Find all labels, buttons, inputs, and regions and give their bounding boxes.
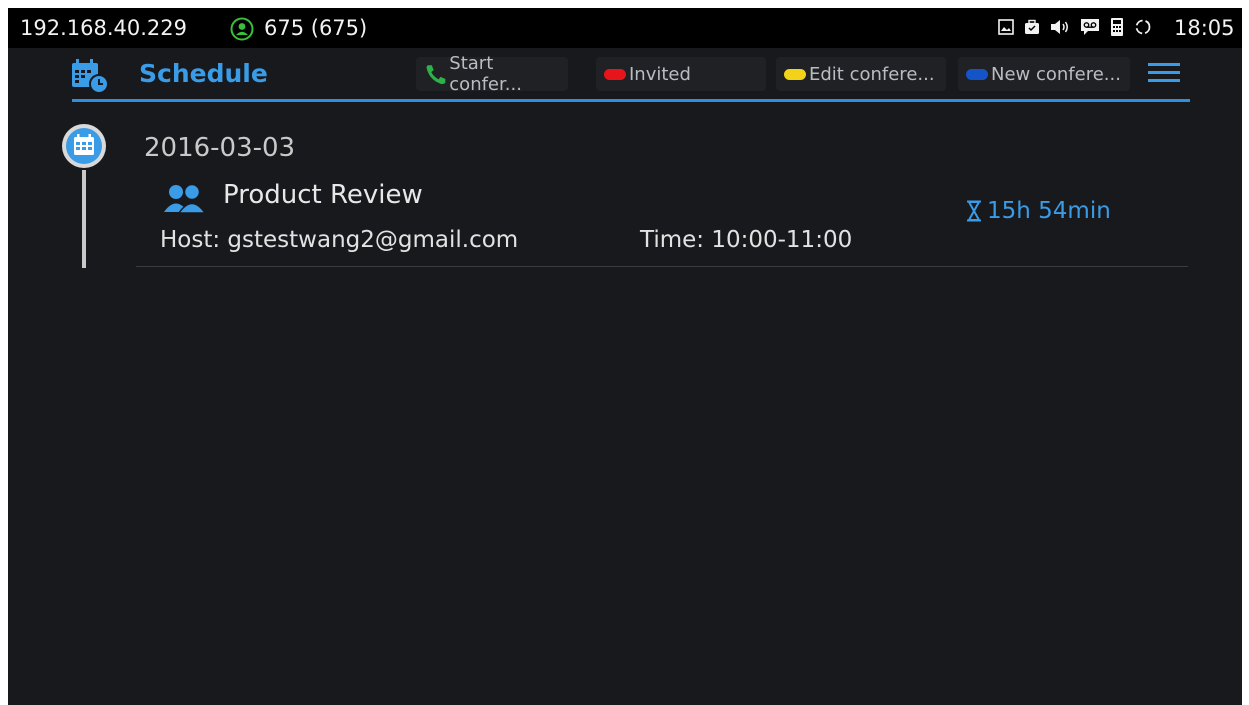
new-color-dot [966, 68, 988, 80]
entry-divider [136, 266, 1188, 267]
conference-host: Host: gstestwang2@gmail.com [160, 227, 519, 253]
conference-time: Time: 10:00-11:00 [640, 227, 853, 253]
invited-label: Invited [629, 63, 691, 85]
menu-icon[interactable] [1148, 63, 1180, 87]
start-conference-button[interactable]: Start confer... [416, 53, 568, 95]
hourglass-icon [967, 200, 981, 222]
new-conference-button[interactable]: New confere... [958, 57, 1130, 91]
account-number: 675 (675) [264, 16, 368, 40]
phone-screen: 192.168.40.229 675 (675) 18:05 Schedule … [8, 8, 1242, 705]
ip-address: 192.168.40.229 [20, 16, 187, 40]
time-remaining: 15h 54min [966, 198, 1111, 224]
gallery-icon [998, 19, 1014, 39]
new-conference-label: New confere... [991, 63, 1121, 85]
status-bar: 192.168.40.229 675 (675) 18:05 [8, 8, 1242, 48]
account-icon [230, 17, 254, 41]
volume-icon [1050, 19, 1070, 39]
conference-group-icon [164, 183, 207, 214]
phone-icon [426, 65, 446, 85]
start-conference-label: Start confer... [449, 53, 522, 95]
entry-date: 2016-03-03 [144, 133, 296, 163]
schedule-calendar-icon [72, 59, 109, 94]
edit-conference-button[interactable]: Edit confere... [776, 57, 946, 91]
timeline-line [82, 170, 86, 268]
edit-color-dot [784, 68, 806, 80]
page-title: Schedule [139, 59, 268, 88]
invited-button[interactable]: Invited [596, 57, 766, 91]
phone-lock-icon [1110, 17, 1124, 41]
briefcase-icon [1024, 19, 1040, 39]
system-icons [998, 17, 1152, 41]
timeline-calendar-icon [62, 124, 106, 168]
time-remaining-value: 15h 54min [987, 198, 1111, 224]
sync-icon [1134, 18, 1152, 40]
edit-conference-label: Edit confere... [809, 63, 935, 85]
invited-color-dot [604, 68, 626, 80]
app-header: Schedule Start confer... Invited Edit co… [8, 48, 1242, 104]
conference-title: Product Review [223, 180, 423, 210]
clock: 18:05 [1174, 16, 1235, 40]
voicemail-icon [1080, 18, 1100, 40]
header-underline [72, 99, 1190, 102]
